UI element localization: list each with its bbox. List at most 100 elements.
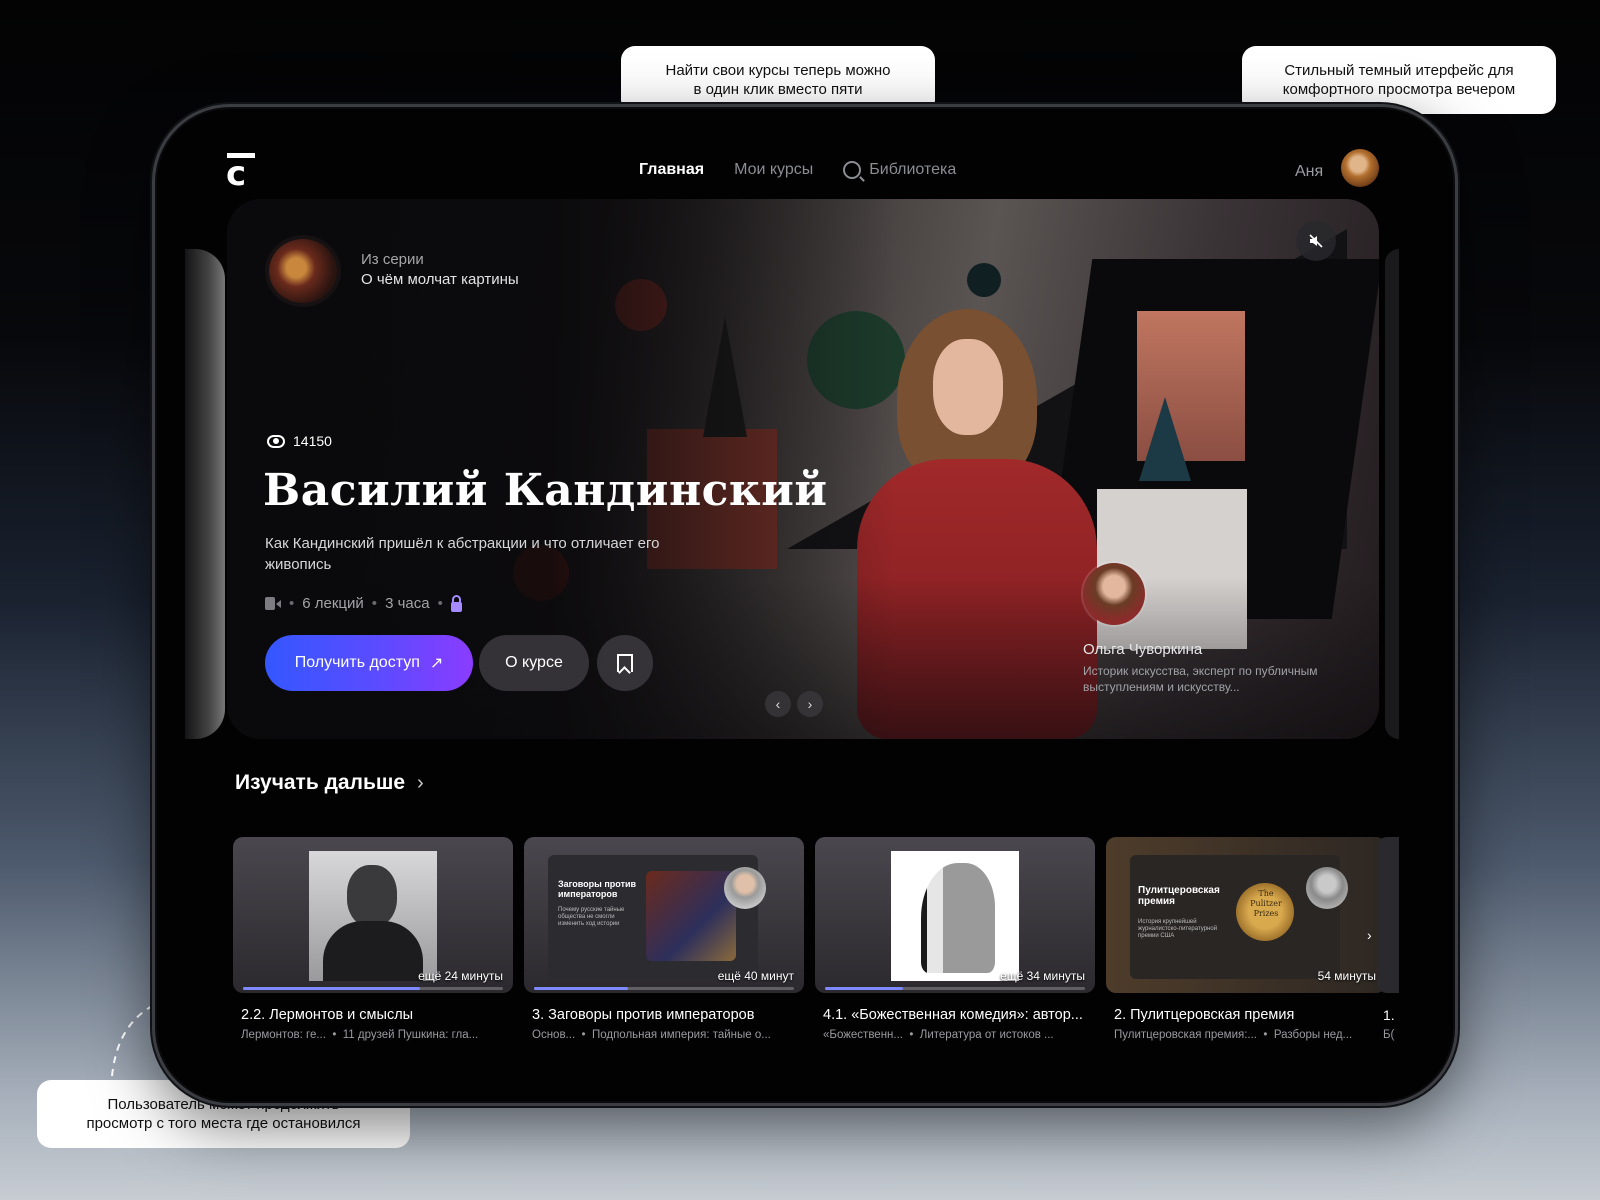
callout-line: просмотр с того места где остановился (86, 1115, 361, 1132)
slide-text: История крупнейшей журналистско-литерату… (1138, 919, 1218, 939)
app-logo[interactable]: c (226, 153, 257, 194)
search-icon (843, 161, 862, 179)
nav-library-label: Библиотека (869, 161, 957, 178)
hero-banner: Из серии О чём молчат картины 14150 Васи… (227, 199, 1379, 739)
card-thumbnail[interactable]: ещё 34 минуты (815, 837, 1095, 993)
portrait-body (323, 921, 423, 981)
eye-icon (267, 434, 285, 448)
nav-my-courses[interactable]: Мои курсы (734, 161, 813, 179)
lecturer-avatar (1306, 867, 1348, 909)
card-course: «Божественн... (823, 1029, 903, 1041)
continue-card-peek[interactable] (1377, 837, 1399, 993)
views-count: 14150 (293, 433, 332, 449)
card-collection: Разборы нед... (1273, 1029, 1353, 1041)
lermontov-portrait (309, 851, 437, 981)
continue-card[interactable]: Заговоры против императоров Почему русск… (524, 837, 804, 1041)
card-title: 4.1. «Божественная комедия»: автор... (823, 1007, 1083, 1023)
series-label: Из серии (361, 251, 424, 268)
expert-description: Историк искусства, эксперт по публичным … (1083, 664, 1318, 694)
card-subtitle: «Божественн... • Литература от истоков .… (823, 1029, 1054, 1041)
time-left: ещё 40 минут (717, 969, 794, 983)
card-course: Пулитцеровская премия:... (1114, 1029, 1257, 1041)
card-thumbnail[interactable]: Заговоры против императоров Почему русск… (524, 837, 804, 993)
time-left: ещё 34 минуты (1000, 969, 1085, 983)
card-subtitle: Лермонтов: ге... • 11 друзей Пушкина: гл… (241, 1029, 479, 1041)
arrow-up-right-icon: ↗ (429, 655, 444, 672)
peek-card-subtitle: Б( (1383, 1029, 1395, 1041)
dante-profile (921, 863, 995, 973)
series-name[interactable]: О чём молчат картины (361, 271, 519, 288)
expert-name[interactable]: Ольга Чуворкина (1083, 641, 1202, 658)
carousel-prev-slide[interactable] (185, 249, 225, 739)
speaker-muted-icon (1309, 234, 1323, 248)
expert-avatar[interactable] (1083, 563, 1145, 625)
callout-line: Стильный темный итерфейс для (1284, 62, 1514, 79)
series-thumbnail[interactable] (269, 239, 337, 303)
portrait-head (347, 865, 397, 927)
about-course-button[interactable]: О курсе (479, 635, 589, 691)
progress-bar (534, 987, 794, 990)
callout-line: комфортного просмотра вечером (1282, 81, 1516, 98)
mute-button[interactable] (1296, 221, 1336, 261)
chevron-right-icon: › (807, 696, 813, 712)
progress-fill (825, 987, 903, 990)
callout-line: в один клик вместо пяти (693, 81, 863, 98)
chevron-right-icon: › (417, 771, 424, 794)
time-left: ещё 24 минуты (418, 969, 503, 983)
lecture-slide: Пулитцеровская премия История крупнейшей… (1130, 855, 1348, 979)
progress-bar (243, 987, 503, 990)
peek-card-title: 1. (1383, 1007, 1395, 1023)
video-icon (265, 597, 281, 610)
user-avatar[interactable] (1341, 149, 1379, 187)
card-thumbnail[interactable]: Пулитцеровская премия История крупнейшей… (1106, 837, 1386, 993)
slide-painting (646, 871, 736, 961)
card-collection: Подпольная империя: тайные о... (591, 1029, 771, 1041)
nav-home[interactable]: Главная (639, 161, 704, 179)
slide-title: Пулитцеровская премия (1138, 885, 1220, 907)
slide-text: Почему русские тайные общества не смогли… (558, 907, 625, 927)
lecture-slide: Заговоры против императоров Почему русск… (548, 855, 766, 979)
bookmark-add-icon (617, 654, 633, 672)
meta-separator: • (289, 595, 295, 612)
card-title: 3. Заговоры против императоров (532, 1007, 755, 1023)
card-collection: Литература от истоков ... (919, 1029, 1054, 1041)
nav-library[interactable]: Библиотека (843, 161, 956, 179)
card-course: Лермонтов: ге... (241, 1029, 326, 1041)
progress-fill (243, 987, 420, 990)
bookmark-button[interactable] (597, 635, 653, 691)
main-nav: Главная Мои курсы Библиотека (639, 161, 956, 179)
continue-card[interactable]: ещё 34 минуты 4.1. «Божественная комедия… (815, 837, 1095, 1041)
card-subtitle: Основ... • Подпольная империя: тайные о.… (532, 1029, 771, 1041)
logo-letter: c (226, 154, 247, 194)
views-counter: 14150 (267, 433, 332, 449)
lectures-count: 6 лекций (302, 595, 364, 612)
chevron-right-icon[interactable]: › (1367, 927, 1372, 943)
lock-icon (450, 594, 462, 612)
get-access-label: Получить доступ (294, 654, 420, 671)
card-thumbnail[interactable]: ещё 24 минуты (233, 837, 513, 993)
card-subtitle: Пулитцеровская премия:... • Разборы нед.… (1114, 1029, 1353, 1041)
continue-section-label: Изучать дальше (235, 771, 406, 794)
carousel-next-slide[interactable] (1385, 249, 1399, 739)
slide-title: Заговоры против императоров (558, 879, 637, 899)
continue-section-title[interactable]: Изучать дальше › (235, 771, 424, 795)
carousel-prev-button[interactable]: ‹ (765, 691, 791, 717)
chevron-left-icon: ‹ (775, 696, 781, 712)
get-access-button[interactable]: Получить доступ ↗ (265, 635, 473, 691)
card-collection: 11 друзей Пушкина: гла... (342, 1029, 479, 1041)
app-screen: c Главная Мои курсы Библиотека Аня Из се… (155, 107, 1455, 1103)
time-left: 54 минуты (1317, 969, 1376, 983)
meta-separator: • (437, 595, 443, 612)
card-title: 2. Пулитцеровская премия (1114, 1007, 1295, 1023)
carousel-next-button[interactable]: › (797, 691, 823, 717)
course-title: Василий Кандинский (263, 465, 828, 516)
tablet-frame: c Главная Мои курсы Библиотека Аня Из се… (152, 104, 1458, 1106)
callout-line: Найти свои курсы теперь можно (665, 62, 891, 79)
lecturer-avatar (724, 867, 766, 909)
continue-card[interactable]: Пулитцеровская премия История крупнейшей… (1106, 837, 1386, 1041)
user-name[interactable]: Аня (1295, 163, 1323, 181)
meta-separator: • (371, 595, 378, 612)
continue-card[interactable]: ещё 24 минуты 2.2. Лермонтов и смыслы Ле… (233, 837, 513, 1041)
course-duration: 3 часа (385, 595, 430, 612)
dante-portrait (891, 851, 1019, 981)
